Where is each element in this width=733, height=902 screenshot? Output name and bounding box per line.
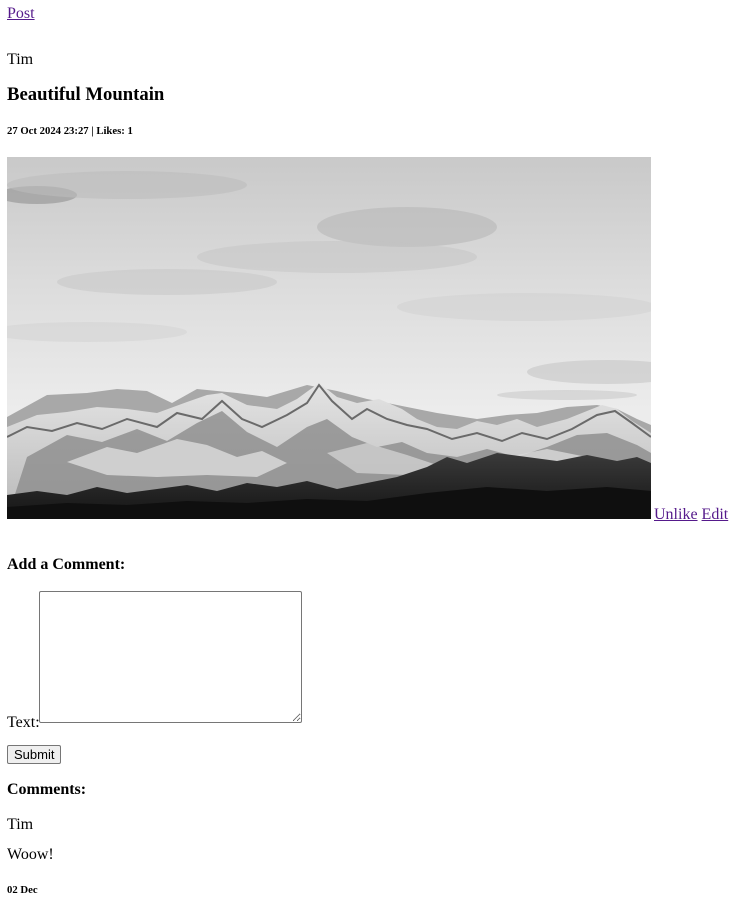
comment-text-label: Text: xyxy=(7,714,40,731)
comment-textarea[interactable] xyxy=(39,591,302,723)
edit-link[interactable]: Edit xyxy=(702,506,729,523)
post-actions: Unlike Edit xyxy=(654,506,728,524)
comment-text: Woow! xyxy=(7,846,54,863)
post-author: Tim xyxy=(7,51,34,68)
add-comment-heading: Add a Comment: xyxy=(7,556,126,573)
submit-button[interactable]: Submit xyxy=(7,745,62,764)
post-title: Beautiful Mountain xyxy=(7,84,165,105)
post-meta: 27 Oct 2024 23:27 | Likes: 1 xyxy=(7,125,133,137)
post-image xyxy=(7,157,651,519)
comment-date: 02 Dec xyxy=(7,884,38,896)
post-link[interactable]: Post xyxy=(7,5,35,23)
comments-heading: Comments: xyxy=(7,781,87,798)
unlike-link[interactable]: Unlike xyxy=(654,506,698,523)
comment-author: Tim xyxy=(7,816,34,833)
